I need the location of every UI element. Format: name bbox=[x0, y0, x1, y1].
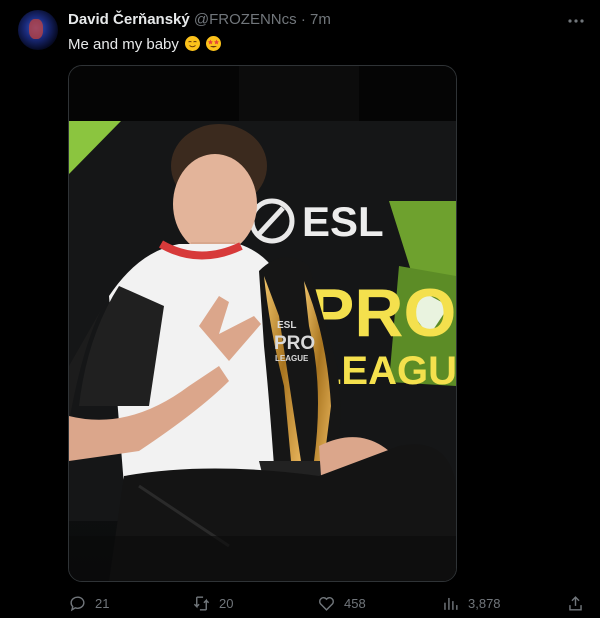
retweet-count: 20 bbox=[219, 595, 234, 611]
share-icon bbox=[569, 595, 582, 611]
reply-icon bbox=[70, 595, 85, 611]
tweet-header: David Čerňanský @FROZENNcs · 7m bbox=[68, 11, 331, 29]
reply-count: 21 bbox=[95, 595, 110, 611]
views-chart-icon bbox=[444, 597, 458, 610]
share-button[interactable] bbox=[566, 592, 585, 614]
tweet[interactable]: David Čerňanský @FROZENNcs · 7m Me and m… bbox=[0, 0, 600, 618]
author-handle[interactable]: @FROZENNcs bbox=[194, 11, 297, 28]
avatar[interactable] bbox=[18, 10, 58, 50]
tweet-photo[interactable]: ESL PRO LEAGUE ESL PRO LEAGUE bbox=[68, 65, 457, 582]
relieved-face-emoji-icon bbox=[185, 36, 201, 51]
timestamp[interactable]: 7m bbox=[310, 11, 331, 28]
views-button[interactable]: 3,878 bbox=[441, 592, 501, 614]
trophy-esl-text: ESL bbox=[277, 320, 296, 331]
tweet-body: Me and my baby bbox=[68, 36, 179, 53]
more-options-icon[interactable] bbox=[566, 11, 586, 31]
separator-dot: · bbox=[300, 11, 306, 28]
author-name[interactable]: David Čerňanský bbox=[68, 11, 190, 28]
retweet-button[interactable]: 20 bbox=[192, 592, 233, 614]
trophy-pro-text: PRO bbox=[274, 333, 315, 354]
star-struck-face-emoji-icon bbox=[206, 36, 222, 51]
heart-icon bbox=[319, 596, 334, 611]
photo-illustration: ESL PRO LEAGUE ESL PRO LEAGUE bbox=[69, 66, 456, 581]
trophy-league-text: LEAGUE bbox=[275, 354, 309, 363]
view-count: 3,878 bbox=[468, 595, 501, 611]
like-button[interactable]: 458 bbox=[317, 592, 366, 614]
tweet-actions: 21 20 458 3,878 bbox=[68, 592, 588, 614]
reply-button[interactable]: 21 bbox=[68, 592, 109, 614]
sign-pro-text: PRO bbox=[309, 275, 456, 351]
like-count: 458 bbox=[344, 595, 366, 611]
sign-esl-text: ESL bbox=[302, 198, 384, 245]
retweet-icon bbox=[193, 595, 210, 611]
person-face bbox=[173, 154, 257, 254]
tweet-text: Me and my baby bbox=[68, 35, 222, 55]
